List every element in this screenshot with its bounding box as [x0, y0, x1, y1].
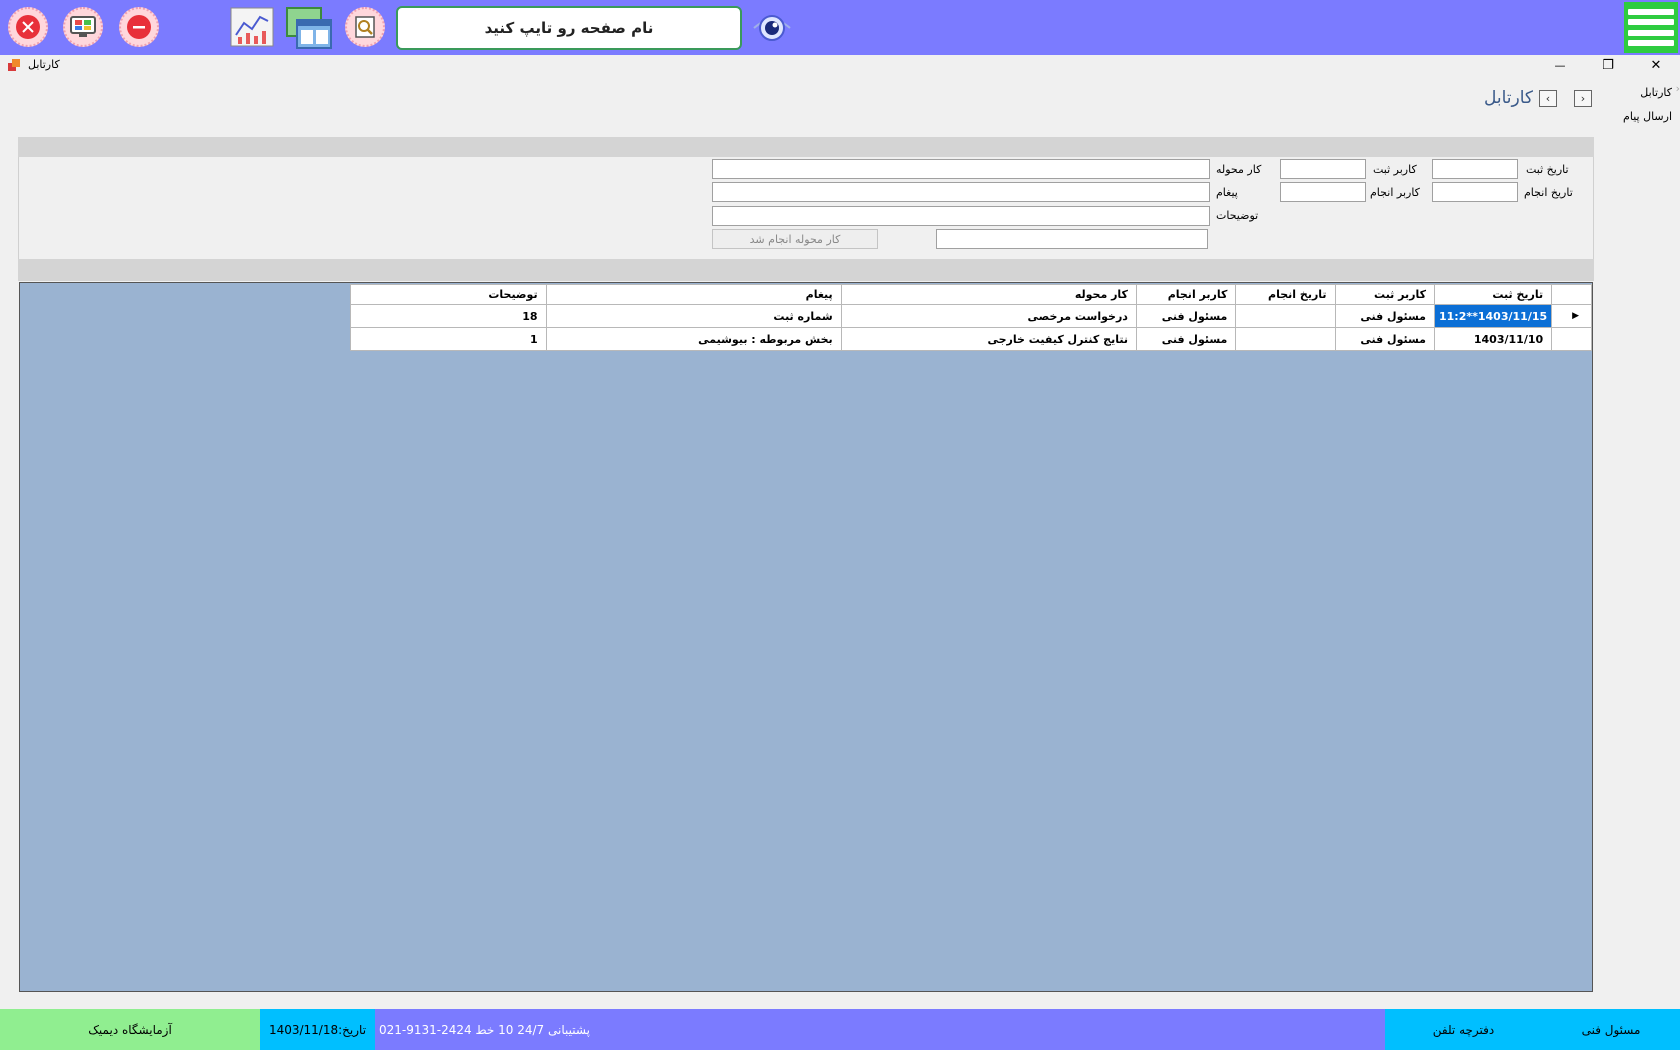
notes-label: توضیحات [1216, 209, 1259, 222]
reg-user-label: کاربر ثبت [1373, 163, 1417, 176]
col-header[interactable]: پیغام [545, 284, 842, 305]
windows-icon[interactable] [285, 6, 333, 50]
support-info: پشتیبانی 24/7 10 خط 2424-9131-021 [375, 1009, 1385, 1050]
menu-icon[interactable] [1624, 2, 1678, 53]
reg-date-field[interactable] [1432, 159, 1518, 179]
collapse-arrow-icon[interactable]: ‹ [1672, 82, 1680, 104]
message-label: پیغام [1216, 186, 1238, 199]
task-done-button[interactable]: کار محوله انجام شد [712, 229, 878, 249]
table-cell[interactable]: بخش مربوطه : بیوشیمی [545, 327, 842, 351]
nav-item-kartabl[interactable]: کارتابل [1590, 82, 1680, 106]
notes-field[interactable] [712, 206, 1210, 226]
row-header-cell[interactable] [1551, 327, 1592, 351]
page-search-input[interactable]: نام صفحه رو تایپ کنید [396, 6, 742, 50]
tasks-grid: تاریخ ثبت کاربر ثبت تاریخ انجام کاربر ان… [19, 282, 1593, 992]
window-minimize-button[interactable]: — [1548, 56, 1572, 74]
page-title: کارتابل [1484, 88, 1533, 108]
done-user-label: کاربر انجام [1370, 186, 1420, 199]
monitor-icon[interactable] [63, 7, 103, 47]
row-header-cell [1551, 284, 1592, 305]
table-cell[interactable]: نتایج کنترل کیفیت خارجی [840, 327, 1137, 351]
table-cell[interactable] [1235, 327, 1336, 351]
col-header[interactable]: تاریخ انجام [1235, 284, 1336, 305]
table-cell[interactable]: 1403/11/15**11:2 [1433, 304, 1553, 328]
table-cell[interactable]: درخواست مرخصی [840, 304, 1137, 328]
eye-icon[interactable] [752, 8, 792, 48]
tasks-table: تاریخ ثبت کاربر ثبت تاریخ انجام کاربر ان… [350, 284, 1592, 351]
top-toolbar: نام صفحه رو تایپ کنید [0, 0, 1680, 55]
table-cell[interactable]: مسئول فنی [1334, 304, 1435, 328]
table-cell[interactable]: 1 [350, 327, 547, 351]
reg-user-field[interactable] [1280, 159, 1366, 179]
col-header[interactable]: تاریخ ثبت [1433, 284, 1553, 305]
panel-header [18, 137, 1594, 157]
window-restore-button[interactable]: ❐ [1596, 56, 1620, 74]
next-arrow-button[interactable]: › [1574, 90, 1592, 107]
table-cell[interactable]: 1403/11/10 [1433, 327, 1553, 351]
lab-name: آزمایشگاه دیمیک [0, 1009, 260, 1050]
window-caption: کارتابل — ❐ ✕ [0, 55, 1680, 75]
col-header[interactable]: کار محوله [840, 284, 1137, 305]
task-field[interactable] [712, 159, 1210, 179]
table-cell[interactable]: مسئول فنی [1334, 327, 1435, 351]
window-close-button[interactable]: ✕ [1644, 56, 1668, 74]
message-field[interactable] [712, 182, 1210, 202]
table-row[interactable]: 1403/11/10 مسئول فنی مسئول فنی نتایج کنت… [350, 327, 1592, 351]
table-cell[interactable] [1235, 304, 1336, 328]
app-icon [8, 59, 20, 71]
done-date-label: تاریخ انجام [1524, 186, 1573, 199]
reg-date-label: تاریخ ثبت [1526, 163, 1569, 176]
prev-arrow-button[interactable]: ‹ [1539, 90, 1557, 107]
col-header[interactable]: کاربر ثبت [1334, 284, 1435, 305]
status-user: مسئول فنی [1542, 1009, 1680, 1050]
status-date: تاریخ:1403/11/18 [260, 1009, 375, 1050]
table-header-row: تاریخ ثبت کاربر ثبت تاریخ انجام کاربر ان… [350, 284, 1592, 305]
done-date-field[interactable] [1432, 182, 1518, 202]
chart-icon[interactable] [230, 7, 274, 47]
minimize-icon[interactable] [119, 7, 159, 47]
phonebook-button[interactable]: دفترچه تلفن [1385, 1009, 1542, 1050]
table-cell[interactable]: مسئول فنی [1135, 304, 1237, 328]
col-header[interactable]: کاربر انجام [1135, 284, 1237, 305]
extra-field[interactable] [936, 229, 1208, 249]
done-user-field[interactable] [1280, 182, 1366, 202]
nav-item-send-message[interactable]: ارسال پیام [1590, 106, 1680, 130]
row-pointer-icon[interactable]: ▶ [1551, 304, 1592, 328]
side-navigation: ‹ کارتابل ارسال پیام [1590, 82, 1680, 130]
col-header[interactable]: توضیحات [350, 284, 547, 305]
task-label: کار محوله [1216, 163, 1262, 176]
window-title: کارتابل [28, 58, 60, 71]
search-doc-icon[interactable] [345, 7, 385, 47]
table-cell[interactable]: 18 [350, 304, 547, 328]
close-icon[interactable] [8, 7, 48, 47]
table-cell[interactable]: شماره ثبت [545, 304, 842, 328]
panel-footer [18, 259, 1594, 281]
table-cell[interactable]: مسئول فنی [1135, 327, 1237, 351]
table-row[interactable]: ▶ 1403/11/15**11:2 مسئول فنی مسئول فنی د… [350, 304, 1592, 328]
status-bar: مسئول فنی دفترچه تلفن پشتیبانی 24/7 10 خ… [0, 1009, 1680, 1050]
